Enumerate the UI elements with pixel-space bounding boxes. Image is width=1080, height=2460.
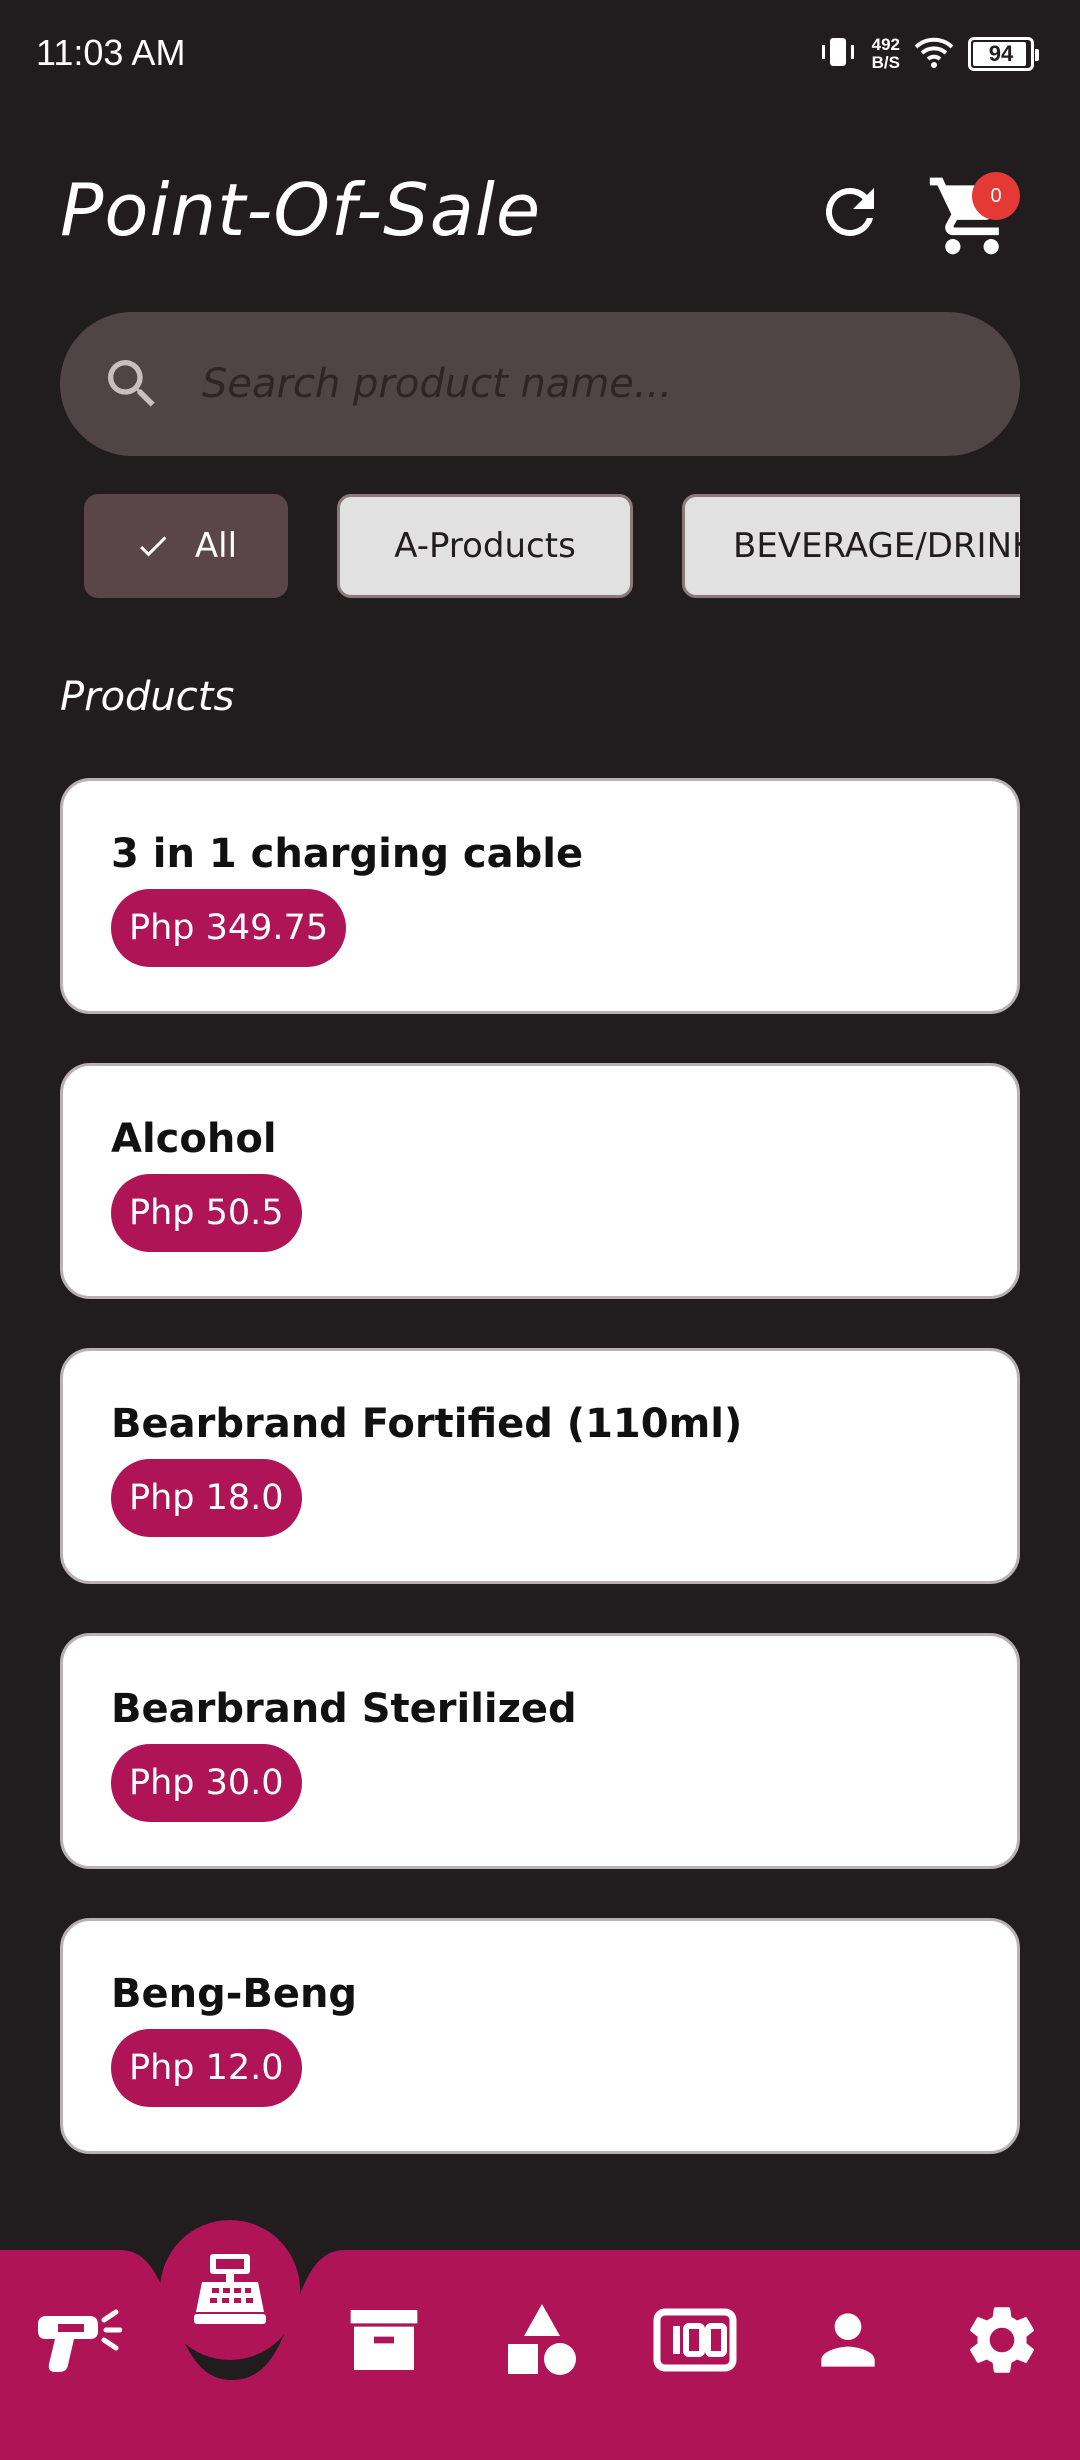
nav-categories[interactable] bbox=[492, 2290, 592, 2390]
refresh-icon bbox=[825, 187, 874, 236]
network-speed-unit: B/S bbox=[871, 53, 900, 72]
product-card[interactable]: Bearbrand Fortified (110ml) Php 18.0 bbox=[60, 1348, 1020, 1584]
product-name: Alcohol bbox=[111, 1116, 277, 1162]
search-input[interactable] bbox=[202, 342, 982, 426]
chip-a-products-label: A-Products bbox=[394, 526, 576, 566]
product-name: Bearbrand Sterilized bbox=[111, 1686, 577, 1732]
nav-inventory[interactable] bbox=[334, 2290, 434, 2390]
product-price-badge: Php 349.75 bbox=[111, 889, 347, 967]
app-title: Point-Of-Sale bbox=[60, 168, 542, 252]
product-card[interactable]: 3 in 1 charging cable Php 349.75 bbox=[60, 778, 1020, 1014]
nav-settings[interactable] bbox=[952, 2290, 1052, 2390]
nav-pos[interactable] bbox=[160, 2220, 300, 2360]
scanner-icon bbox=[38, 2309, 122, 2372]
refresh-button[interactable] bbox=[810, 172, 890, 252]
nav-stock-counter[interactable] bbox=[645, 2290, 745, 2390]
battery-level: 94 bbox=[988, 41, 1014, 66]
product-card[interactable]: Beng-Beng Php 12.0 bbox=[60, 1918, 1020, 2154]
product-price-badge: Php 18.0 bbox=[111, 1459, 302, 1537]
gear-icon bbox=[970, 2307, 1034, 2373]
battery-indicator: 94 bbox=[968, 37, 1039, 71]
chip-beverage-drink-label: BEVERAGE/DRINK bbox=[733, 526, 1020, 566]
vibrate-icon bbox=[818, 35, 858, 73]
shapes-icon bbox=[508, 2304, 576, 2375]
product-name: Beng-Beng bbox=[111, 1971, 358, 2017]
nav-account[interactable] bbox=[798, 2290, 898, 2390]
status-time: 11:03 AM bbox=[36, 32, 186, 73]
chip-beverage-drink[interactable]: BEVERAGE/DRINK bbox=[682, 494, 1020, 598]
wifi-icon bbox=[914, 35, 954, 73]
status-icons: 492 B/S 94 bbox=[818, 28, 1039, 80]
product-price-badge: Php 12.0 bbox=[111, 2029, 302, 2107]
chip-all[interactable]: All bbox=[84, 494, 288, 598]
chip-all-label: All bbox=[194, 526, 238, 566]
search-bar[interactable] bbox=[60, 312, 1020, 456]
bottom-navigation bbox=[0, 2220, 1080, 2460]
search-icon bbox=[108, 360, 155, 407]
product-price-badge: Php 50.5 bbox=[111, 1174, 302, 1252]
network-speed-value: 492 bbox=[871, 35, 900, 54]
check-icon bbox=[140, 536, 167, 557]
category-filter-chips: All A-Products BEVERAGE/DRINK bbox=[84, 494, 1020, 600]
cash-register-icon bbox=[194, 2254, 266, 2324]
counter-icon bbox=[653, 2308, 737, 2372]
products-section-title: Products bbox=[60, 674, 235, 720]
product-card[interactable]: Bearbrand Sterilized Php 30.0 bbox=[60, 1633, 1020, 1869]
archive-box-icon bbox=[350, 2310, 418, 2370]
product-card[interactable]: Alcohol Php 50.5 bbox=[60, 1063, 1020, 1299]
nav-scanner[interactable] bbox=[30, 2290, 130, 2390]
status-bar: 11:03 AM 492 B/S 94 bbox=[0, 0, 1080, 110]
chip-a-products[interactable]: A-Products bbox=[337, 494, 633, 598]
product-name: 3 in 1 charging cable bbox=[111, 831, 584, 877]
network-speed: 492 B/S bbox=[872, 36, 900, 72]
cart-count-badge: 0 bbox=[972, 172, 1020, 220]
product-price-badge: Php 30.0 bbox=[111, 1744, 302, 1822]
person-icon bbox=[821, 2313, 875, 2367]
product-name: Bearbrand Fortified (110ml) bbox=[111, 1401, 743, 1447]
